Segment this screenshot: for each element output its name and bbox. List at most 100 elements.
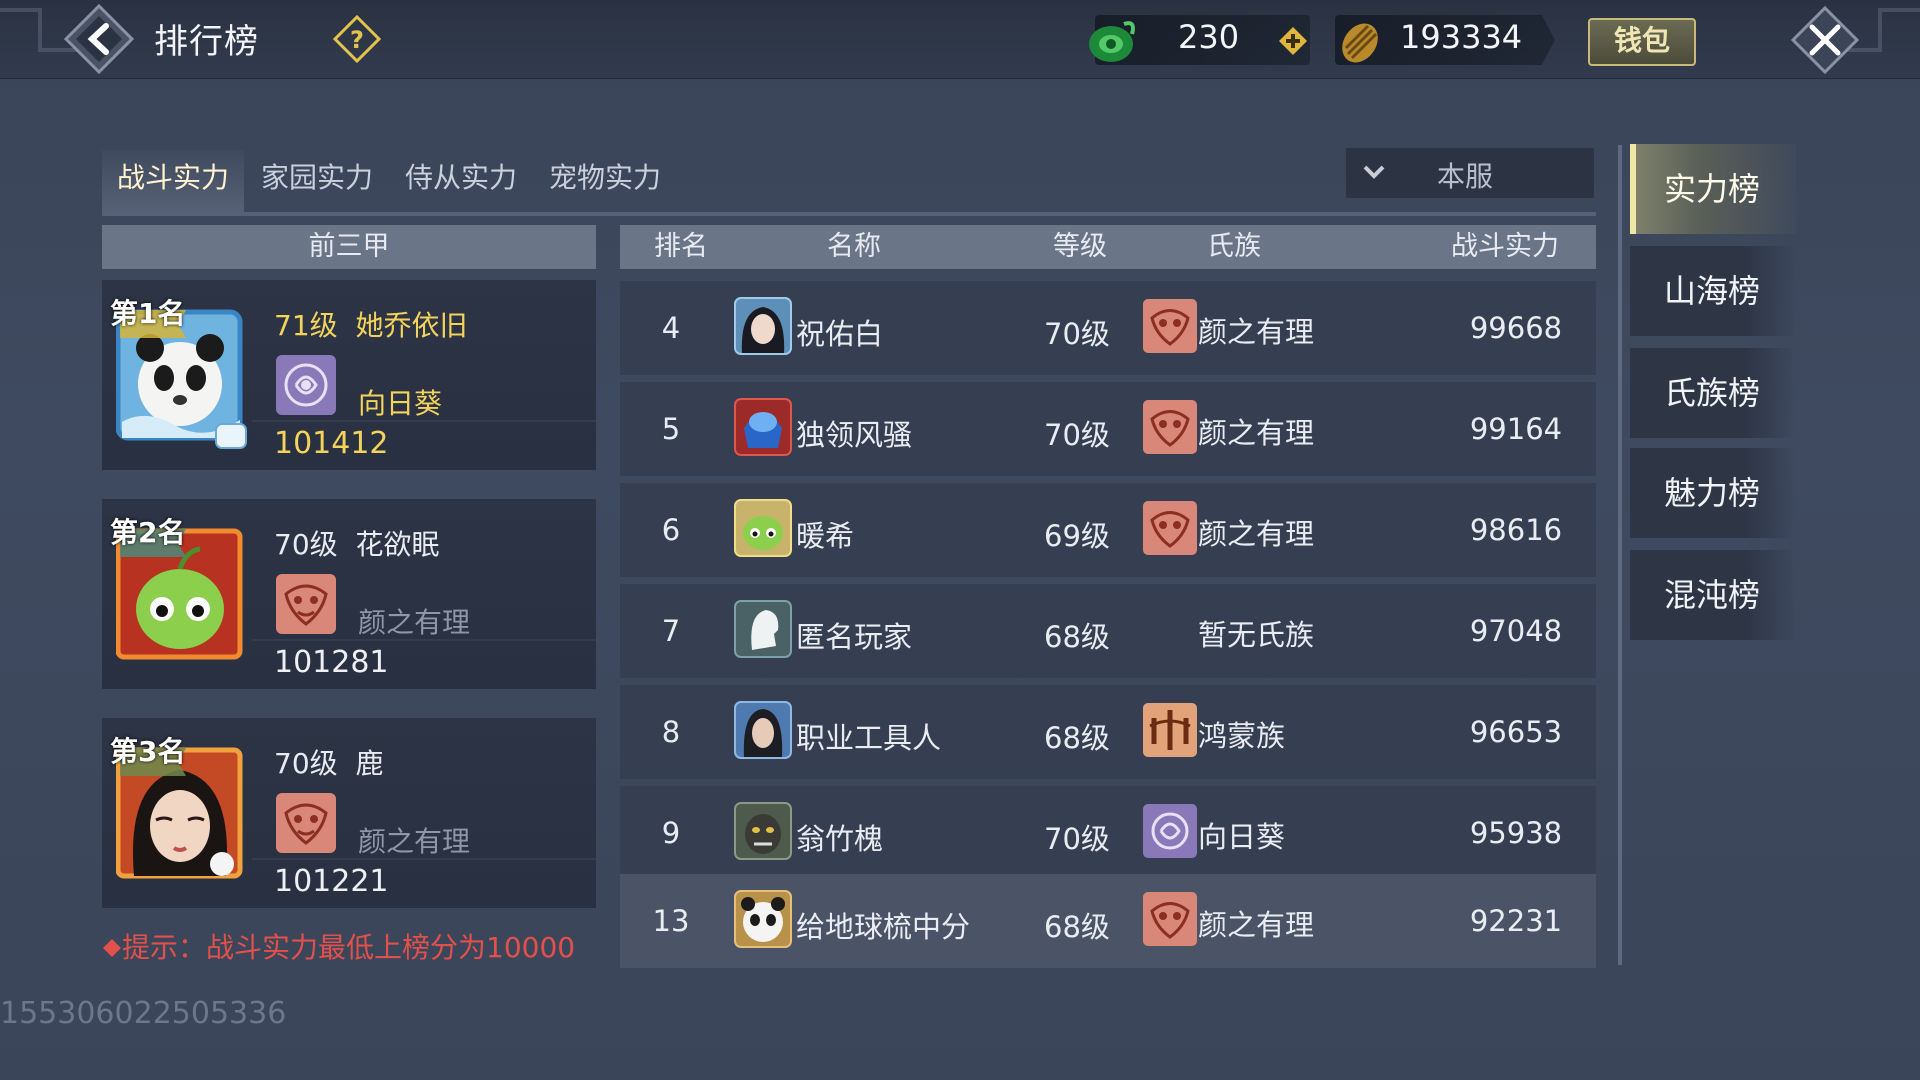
svg-text:?: ? xyxy=(350,26,364,54)
add-currency-button[interactable] xyxy=(1278,26,1308,56)
column-header-name: 名称 xyxy=(827,231,881,262)
player-avatar xyxy=(734,499,792,557)
table-header: 排名 名称 等级 氏族 战斗实力 xyxy=(620,225,1596,269)
table-row[interactable]: 5 独领风骚 70级 颜之有理 99164 xyxy=(620,382,1596,476)
player-name: 祝佑白 xyxy=(796,317,884,351)
minimum-score-tip: 提示：战斗实力最低上榜分为10000 xyxy=(102,926,575,966)
tab-pet-power[interactable]: 宠物实力 xyxy=(534,150,676,216)
top-three-card-3[interactable]: 第3名 70级 鹿 颜之有理 101221 xyxy=(102,718,596,908)
side-tab-shanhai-ranking[interactable]: 山海榜 xyxy=(1630,246,1796,336)
tab-combat-power[interactable]: 战斗实力 xyxy=(102,150,244,216)
combat-power: 95938 xyxy=(1469,816,1563,850)
side-tab-chaos-ranking[interactable]: 混沌榜 xyxy=(1630,550,1796,640)
player-level: 70级 xyxy=(1044,822,1110,856)
help-button[interactable]: ? xyxy=(332,14,382,64)
clan-emblem-icon xyxy=(276,793,336,853)
clan-name: 颜之有理 xyxy=(1198,908,1315,942)
row-rank: 4 xyxy=(661,311,681,345)
wallet-button[interactable]: 钱包 xyxy=(1588,18,1696,66)
player-name: 翁竹槐 xyxy=(796,822,884,856)
back-button[interactable] xyxy=(62,2,136,76)
player-name: 职业工具人 xyxy=(796,721,942,755)
plus-icon xyxy=(1279,27,1307,55)
row-rank: 8 xyxy=(661,715,681,749)
player-level: 68级 xyxy=(1044,721,1110,755)
user-id: 155306022505336 xyxy=(0,996,287,1031)
player-avatar xyxy=(734,398,792,456)
divider xyxy=(252,420,596,422)
clan-name: 暂无氏族 xyxy=(1198,618,1315,652)
player-name: 她乔依旧 xyxy=(355,309,468,342)
server-filter-dropdown[interactable]: 本服 xyxy=(1346,148,1594,198)
close-button[interactable] xyxy=(1790,5,1860,75)
player-level: 71级 xyxy=(274,309,338,342)
table-row[interactable]: 7 匿名玩家 68级 暂无氏族 97048 xyxy=(620,584,1596,678)
combat-power: 101221 xyxy=(274,864,389,899)
table-row[interactable]: 6 暖希 69级 颜之有理 98616 xyxy=(620,483,1596,577)
jade-amount: 230 xyxy=(1178,18,1240,56)
tab-home-power[interactable]: 家园实力 xyxy=(246,150,388,216)
player-name: 匿名玩家 xyxy=(796,620,913,654)
rank-label: 第3名 xyxy=(110,735,186,768)
clan-name: 颜之有理 xyxy=(1198,416,1315,450)
tabs-underline xyxy=(102,212,1596,216)
rank-label: 第1名 xyxy=(110,297,186,330)
player-name: 独领风骚 xyxy=(796,418,913,452)
side-tab-clan-ranking[interactable]: 氏族榜 xyxy=(1630,348,1796,438)
clan-name: 鸿蒙族 xyxy=(1198,719,1286,753)
divider xyxy=(252,639,596,641)
top-player-level-name: 70级 花欲眠 xyxy=(274,523,439,563)
clan-emblem-icon xyxy=(276,574,336,634)
table-row[interactable]: 9 翁竹槐 70级 向日葵 95938 xyxy=(620,786,1596,880)
column-header-clan: 氏族 xyxy=(1207,231,1261,262)
clan-emblem-hongmeng-icon xyxy=(1143,703,1197,757)
server-filter-value: 本服 xyxy=(1437,160,1494,193)
panel-divider xyxy=(1618,145,1622,965)
jade-icon xyxy=(1089,21,1135,62)
top-three-card-1[interactable]: 第1名 71级 她乔依旧 向日葵 101412 xyxy=(102,280,596,470)
top-three-card-2[interactable]: 第2名 70级 花欲眠 颜之有理 101281 xyxy=(102,499,596,689)
back-arrow-icon xyxy=(63,3,135,75)
column-header-rank: 排名 xyxy=(654,231,708,262)
column-header-power: 战斗实力 xyxy=(1451,231,1559,262)
player-name: 鹿 xyxy=(355,747,384,780)
clan-emblem-icon xyxy=(1143,400,1197,454)
category-tabs: 战斗实力 家园实力 侍从实力 宠物实力 xyxy=(102,150,661,216)
combat-power: 101281 xyxy=(274,645,389,680)
page-title: 排行榜 xyxy=(154,22,259,62)
clan-emblem-icon xyxy=(1143,892,1197,946)
clan-emblem-icon xyxy=(1143,501,1197,555)
combat-power: 99164 xyxy=(1469,412,1563,446)
my-rank-row[interactable]: 13 给地球梳中分 68级 颜之有理 92231 xyxy=(620,874,1596,968)
column-header-level: 等级 xyxy=(1053,231,1107,262)
rank-label: 第2名 xyxy=(110,516,186,549)
combat-power: 97048 xyxy=(1469,614,1563,648)
table-row[interactable]: 4 祝佑白 70级 颜之有理 99668 xyxy=(620,281,1596,375)
clan-emblem-icon xyxy=(1143,299,1197,353)
table-row[interactable]: 8 职业工具人 68级 鸿蒙族 96653 xyxy=(620,685,1596,779)
player-avatar xyxy=(734,297,792,355)
player-name: 花欲眠 xyxy=(355,528,440,561)
top-player-level-name: 70级 鹿 xyxy=(274,742,383,782)
top-three-header: 前三甲 xyxy=(102,225,596,269)
player-avatar xyxy=(734,701,792,759)
close-icon xyxy=(1790,5,1860,75)
player-level: 68级 xyxy=(1044,620,1110,654)
combat-power: 98616 xyxy=(1469,513,1563,547)
player-level: 70级 xyxy=(274,747,338,780)
player-name: 暖希 xyxy=(796,519,855,553)
top-player-level-name: 71级 她乔依旧 xyxy=(274,304,467,344)
shell-coin-icon xyxy=(1342,23,1378,63)
player-level: 70级 xyxy=(274,528,338,561)
player-level: 70级 xyxy=(1044,418,1110,452)
side-tab-power-ranking[interactable]: 实力榜 xyxy=(1630,144,1796,234)
player-level: 68级 xyxy=(1044,910,1110,944)
row-rank: 9 xyxy=(661,816,681,850)
tab-attendant-power[interactable]: 侍从实力 xyxy=(390,150,532,216)
side-tab-charm-ranking[interactable]: 魅力榜 xyxy=(1630,448,1796,538)
clan-name: 颜之有理 xyxy=(1198,315,1315,349)
diamond-bullet-icon xyxy=(103,939,121,957)
clan-emblem-sunflower-icon xyxy=(276,355,336,415)
coin-amount: 193334 xyxy=(1400,18,1523,56)
combat-power: 92231 xyxy=(1469,904,1563,938)
